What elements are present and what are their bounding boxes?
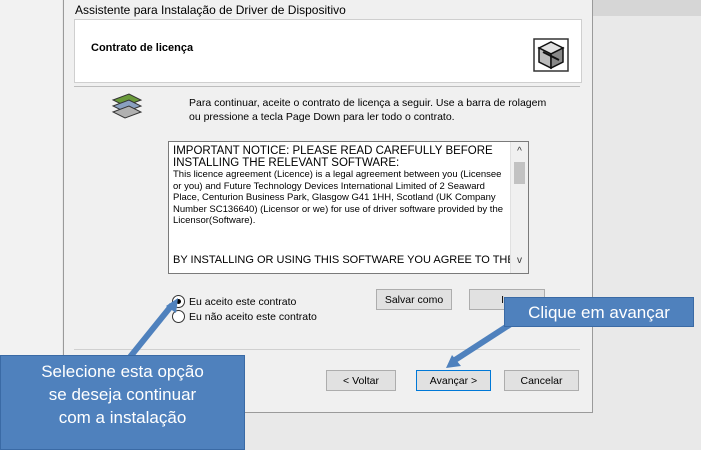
select-callout-line3: com a instalação [58,408,187,427]
select-callout-line1: Selecione esta opção [41,362,204,381]
select-option-callout: Selecione esta opção se deseja continuar… [0,355,245,450]
arrow-to-accept-radio [127,303,175,359]
select-callout-line2: se deseja continuar [48,385,197,404]
next-callout: Clique em avançar [504,297,694,327]
